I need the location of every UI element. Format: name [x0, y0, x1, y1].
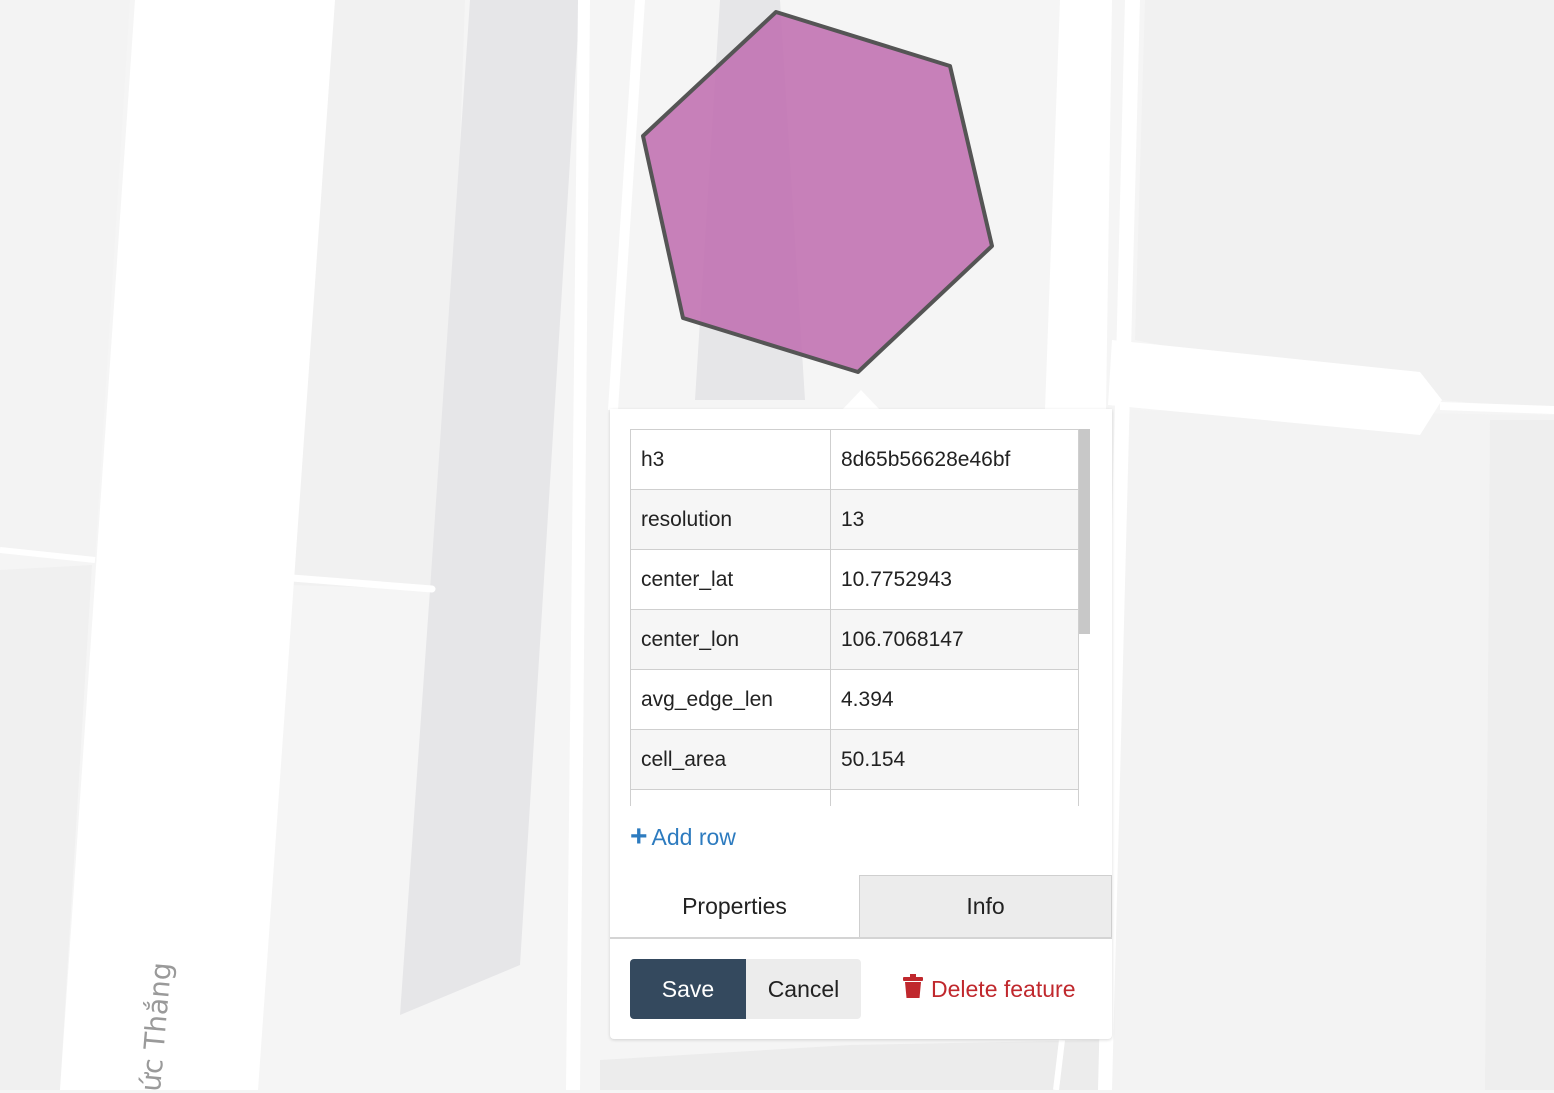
table-row: resolution 13 [630, 489, 1079, 550]
property-value[interactable] [830, 789, 1079, 806]
property-key[interactable]: center_lat [630, 549, 831, 610]
property-key[interactable]: h3 [630, 429, 831, 490]
property-key[interactable] [630, 789, 831, 806]
building [1485, 420, 1554, 1090]
property-key[interactable]: center_lon [630, 609, 831, 670]
building [1135, 0, 1554, 410]
tab-info[interactable]: Info [859, 875, 1112, 937]
table-row: h3 8d65b56628e46bf [630, 429, 1079, 490]
table-row: center_lon 106.7068147 [630, 609, 1079, 670]
property-value[interactable]: 4.394 [830, 669, 1079, 730]
save-button[interactable]: Save [630, 959, 746, 1019]
table-row: avg_edge_len 4.394 [630, 669, 1079, 730]
table-row: center_lat 10.7752943 [630, 549, 1079, 610]
property-value[interactable]: 13 [830, 489, 1079, 550]
property-key[interactable]: resolution [630, 489, 831, 550]
property-value[interactable]: 8d65b56628e46bf [830, 429, 1079, 490]
scrollbar-thumb[interactable] [1079, 429, 1090, 634]
feature-popup: h3 8d65b56628e46bf resolution 13 center_… [610, 409, 1112, 1039]
add-row-button[interactable]: + Add row [630, 822, 736, 852]
table-row: cell_area 50.154 [630, 729, 1079, 790]
properties-table: h3 8d65b56628e46bf resolution 13 center_… [630, 429, 1079, 806]
delete-feature-label: Delete feature [931, 975, 1076, 1002]
property-key[interactable]: cell_area [630, 729, 831, 790]
property-value[interactable]: 106.7068147 [830, 609, 1079, 670]
tab-properties[interactable]: Properties [610, 875, 859, 937]
delete-feature-button[interactable]: Delete feature [903, 959, 1075, 1019]
popup-footer: Save Cancel Delete feature [630, 959, 1090, 1019]
add-row-label: Add row [651, 823, 736, 850]
cancel-button[interactable]: Cancel [746, 959, 861, 1019]
popup-tabs: Properties Info [610, 875, 1112, 939]
properties-table-container[interactable]: h3 8d65b56628e46bf resolution 13 center_… [630, 429, 1090, 806]
popup-tip [842, 390, 880, 410]
trash-icon [903, 974, 923, 1004]
table-row [630, 789, 1079, 806]
property-value[interactable]: 50.154 [830, 729, 1079, 790]
property-value[interactable]: 10.7752943 [830, 549, 1079, 610]
plus-icon: + [630, 820, 648, 853]
property-key[interactable]: avg_edge_len [630, 669, 831, 730]
